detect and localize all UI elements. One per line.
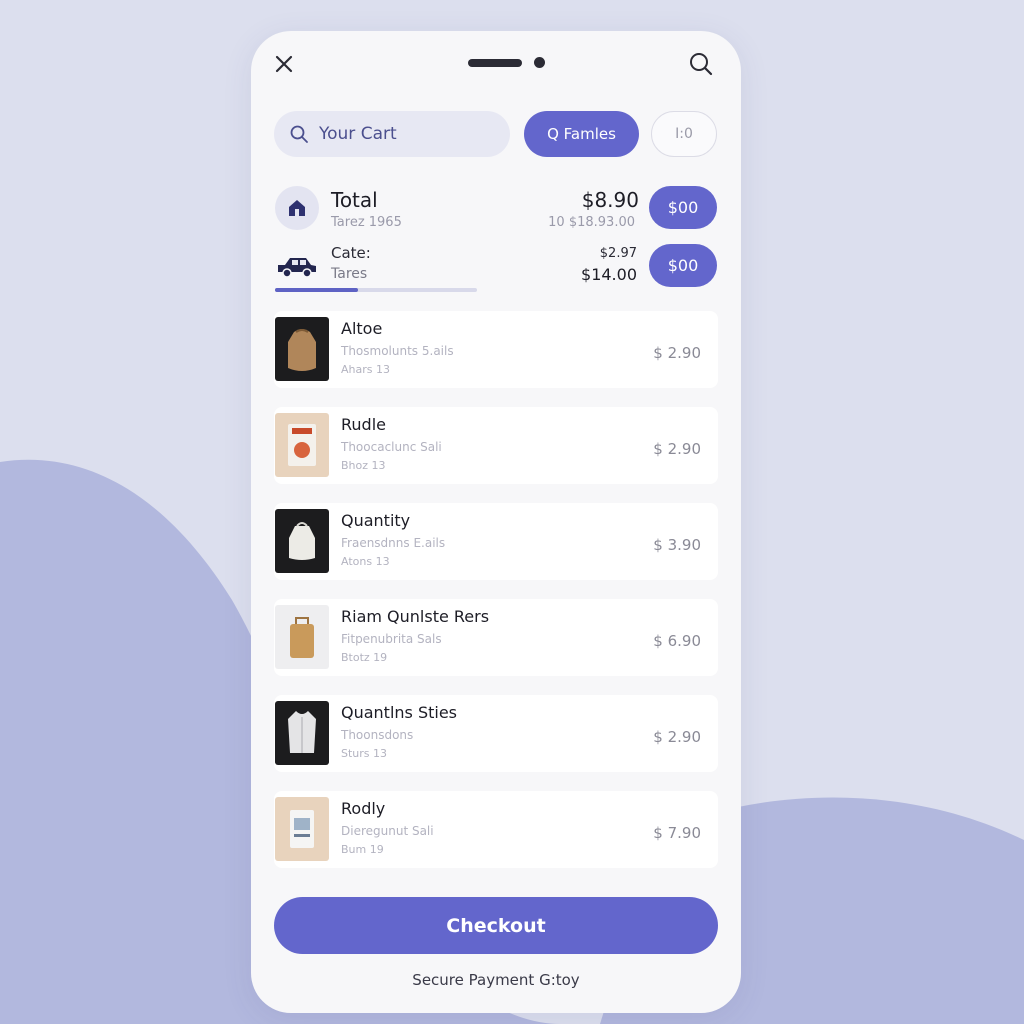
total-action-button[interactable]: $00 <box>649 186 717 229</box>
shipping-subtitle: Tares <box>331 266 368 282</box>
cart-item[interactable]: Riam Qunlste Rers Fitpenubrita Sals Btot… <box>274 599 718 676</box>
filter-button[interactable]: Q Famles <box>524 111 639 157</box>
home-icon <box>275 186 319 230</box>
close-icon[interactable] <box>273 53 295 75</box>
tan-bag-product-thumbnail <box>275 605 329 669</box>
total-amount: $8.90 <box>581 188 639 212</box>
total-subtitle: Tarez 1965 <box>331 215 402 230</box>
cart-item-list: Altoe Thosmolunts 5.ails Ahars 13 $ 2.90… <box>274 311 718 887</box>
item-meta: Btotz 19 <box>341 651 388 664</box>
search-icon <box>290 125 308 143</box>
box-product-thumbnail <box>275 413 329 477</box>
item-name: Altoe <box>341 319 383 338</box>
progress-fill <box>275 288 358 292</box>
item-price: $ 2.90 <box>653 440 701 458</box>
secure-payment-note: Secure Payment G:toy <box>412 971 580 989</box>
item-name: Quantlns Sties <box>341 703 458 722</box>
item-price: $ 2.90 <box>653 344 701 362</box>
checkout-button[interactable]: Checkout <box>274 897 718 954</box>
search-icon[interactable] <box>688 51 714 77</box>
item-description: Thoocaclunc Sali <box>341 440 442 454</box>
item-description: Thosmolunts 5.ails <box>341 344 454 358</box>
progress-bar <box>275 288 477 292</box>
item-name: Quantity <box>341 511 411 530</box>
item-meta: Bum 19 <box>341 843 384 856</box>
notch-bar <box>468 59 522 67</box>
shipping-amount: $14.00 <box>581 265 637 284</box>
cart-item[interactable]: Quantity Fraensdnns E.ails Atons 13 $ 3.… <box>274 503 718 580</box>
shipping-action-button[interactable]: $00 <box>649 244 717 287</box>
item-name: Rudle <box>341 415 386 434</box>
item-description: Fraensdnns E.ails <box>341 536 446 550</box>
item-name: Riam Qunlste Rers <box>341 607 490 626</box>
car-icon <box>278 258 316 278</box>
bag-product-thumbnail <box>275 317 329 381</box>
cart-panel: Q Famles I:0 Total Tarez 1965 $8.90 10 $… <box>251 31 741 1013</box>
pack-product-thumbnail <box>275 797 329 861</box>
item-description: Dieregunut Sali <box>341 824 434 838</box>
white-bag-product-thumbnail <box>275 509 329 573</box>
cart-search-box[interactable] <box>274 111 510 157</box>
cart-item[interactable]: Rudle Thoocaclunc Sali Bhoz 13 $ 2.90 <box>274 407 718 484</box>
item-name: Rodly <box>341 799 386 818</box>
item-price: $ 7.90 <box>653 824 701 842</box>
total-title: Total <box>331 188 378 212</box>
cart-item[interactable]: Rodly Dieregunut Sali Bum 19 $ 7.90 <box>274 791 718 868</box>
cart-item[interactable]: Quantlns Sties Thoonsdons Sturs 13 $ 2.9… <box>274 695 718 772</box>
secondary-filter-button[interactable]: I:0 <box>651 111 717 157</box>
item-description: Fitpenubrita Sals <box>341 632 442 646</box>
item-meta: Bhoz 13 <box>341 459 386 472</box>
cart-item[interactable]: Altoe Thosmolunts 5.ails Ahars 13 $ 2.90 <box>274 311 718 388</box>
item-price: $ 2.90 <box>653 728 701 746</box>
item-price: $ 3.90 <box>653 536 701 554</box>
item-meta: Sturs 13 <box>341 747 388 760</box>
camera-dot <box>534 57 545 68</box>
total-amount-sub: 10 $18.93.00 <box>548 215 635 230</box>
shipping-title: Cate: <box>331 244 371 262</box>
shirt-product-thumbnail <box>275 701 329 765</box>
item-description: Thoonsdons <box>341 728 414 742</box>
search-input[interactable] <box>319 124 499 144</box>
item-meta: Ahars 13 <box>341 363 390 376</box>
item-meta: Atons 13 <box>341 555 390 568</box>
item-price: $ 6.90 <box>653 632 701 650</box>
shipping-amount-small: $2.97 <box>599 246 637 261</box>
